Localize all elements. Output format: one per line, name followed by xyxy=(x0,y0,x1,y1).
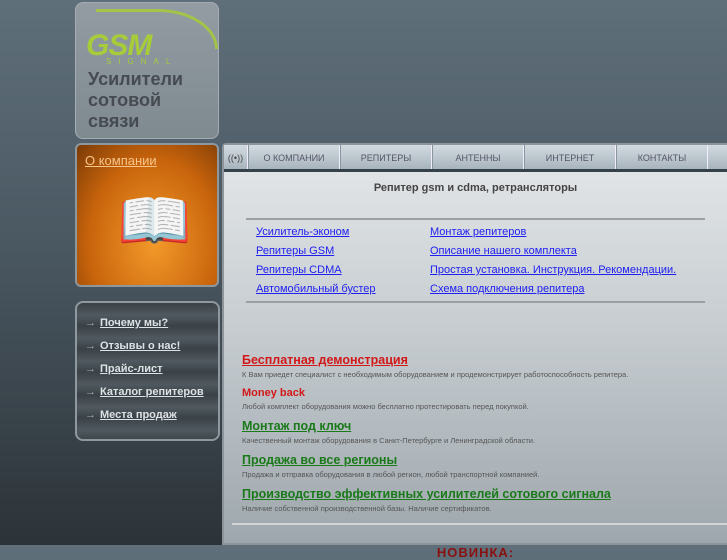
feature-title[interactable]: Продажа во все регионы xyxy=(242,453,727,467)
feature-text: Продажа и отправка оборудования в любой … xyxy=(242,470,540,479)
divider xyxy=(246,218,705,220)
tab-contacts[interactable]: КОНТАКТЫ xyxy=(616,145,708,169)
side-menu-link[interactable]: Каталог репитеров xyxy=(100,386,204,398)
logo-tagline: Усилители сотовой связи xyxy=(88,69,183,132)
feature-title[interactable]: Бесплатная демонстрация xyxy=(242,353,727,367)
side-menu-link[interactable]: Места продаж xyxy=(100,409,177,421)
link[interactable]: Описание нашего комплекта xyxy=(430,245,727,258)
link[interactable]: Репитеры GSM xyxy=(256,245,430,258)
site-logo[interactable]: GSM SIGNAL Усилители сотовой связи xyxy=(75,2,219,139)
feature-text: Наличие собственной производственной баз… xyxy=(242,504,492,513)
about-promo[interactable]: О компании 📖 xyxy=(75,143,219,287)
side-menu-link[interactable]: Прайс-лист xyxy=(100,363,163,375)
side-menu-item[interactable]: → Каталог репитеров xyxy=(77,386,218,409)
features: Бесплатная демонстрация К Вам приедет сп… xyxy=(242,353,727,513)
feature-text: К Вам приедет специалист с необходимым о… xyxy=(242,370,629,379)
arrow-icon: → xyxy=(85,317,96,329)
feature-title[interactable]: Монтаж под ключ xyxy=(242,419,727,433)
side-menu-item[interactable]: → Прайс-лист xyxy=(77,363,218,386)
side-menu-item[interactable]: → Места продаж xyxy=(77,409,218,432)
main-panel: ((•)) О КОМПАНИИ РЕПИТЕРЫ АНТЕННЫ ИНТЕРН… xyxy=(222,143,727,560)
feature-text: Качественный монтаж оборудования в Санкт… xyxy=(242,436,536,445)
tab-internet[interactable]: ИНТЕРНЕТ xyxy=(524,145,616,169)
tagline-line: сотовой xyxy=(88,90,162,110)
feature-text: Любой комплект оборудования можно беспла… xyxy=(242,402,529,411)
divider xyxy=(232,523,727,525)
book-icon: 📖 xyxy=(117,187,192,254)
tab-about[interactable]: О КОМПАНИИ xyxy=(248,145,340,169)
logo-sub: SIGNAL xyxy=(106,57,178,66)
page-title: Репитер gsm и cdma, ретрансляторы xyxy=(373,182,578,194)
tagline-line: связи xyxy=(88,111,140,131)
link[interactable]: Автомобильный бустер xyxy=(256,283,430,296)
tagline-line: Усилители xyxy=(88,69,183,89)
tab-repeaters[interactable]: РЕПИТЕРЫ xyxy=(340,145,432,169)
about-link[interactable]: О компании xyxy=(85,153,157,168)
side-menu-link[interactable]: Почему мы? xyxy=(100,317,168,329)
side-menu-item[interactable]: → Почему мы? xyxy=(77,317,218,340)
link[interactable]: Репитеры CDMA xyxy=(256,264,430,277)
link[interactable]: Усилитель-эконом xyxy=(256,226,430,239)
signal-icon: ((•)) xyxy=(224,145,248,169)
tab-antennas[interactable]: АНТЕННЫ xyxy=(432,145,524,169)
link[interactable]: Простая установка. Инструкция. Рекоменда… xyxy=(430,264,727,277)
feature-title[interactable]: Производство эффективных усилителей сото… xyxy=(242,487,727,501)
new-heading: НОВИНКА: xyxy=(436,545,515,560)
arrow-icon: → xyxy=(85,409,96,421)
top-nav: ((•)) О КОМПАНИИ РЕПИТЕРЫ АНТЕННЫ ИНТЕРН… xyxy=(224,145,727,172)
divider xyxy=(246,301,705,303)
side-menu-item[interactable]: → Отзывы о нас! xyxy=(77,340,218,363)
arrow-icon: → xyxy=(85,386,96,398)
link[interactable]: Схема подключения репитера xyxy=(430,283,727,296)
side-menu-link[interactable]: Отзывы о нас! xyxy=(100,340,180,352)
arrow-icon: → xyxy=(85,363,96,375)
feature-title[interactable]: Money back xyxy=(242,387,727,399)
link-grid: Усилитель-эконом Монтаж репитеров Репитер… xyxy=(256,226,727,296)
arrow-icon: → xyxy=(85,340,96,352)
link[interactable]: Монтаж репитеров xyxy=(430,226,727,239)
side-menu: → Почему мы? → Отзывы о нас! → Прайс-лист →… xyxy=(75,301,220,441)
